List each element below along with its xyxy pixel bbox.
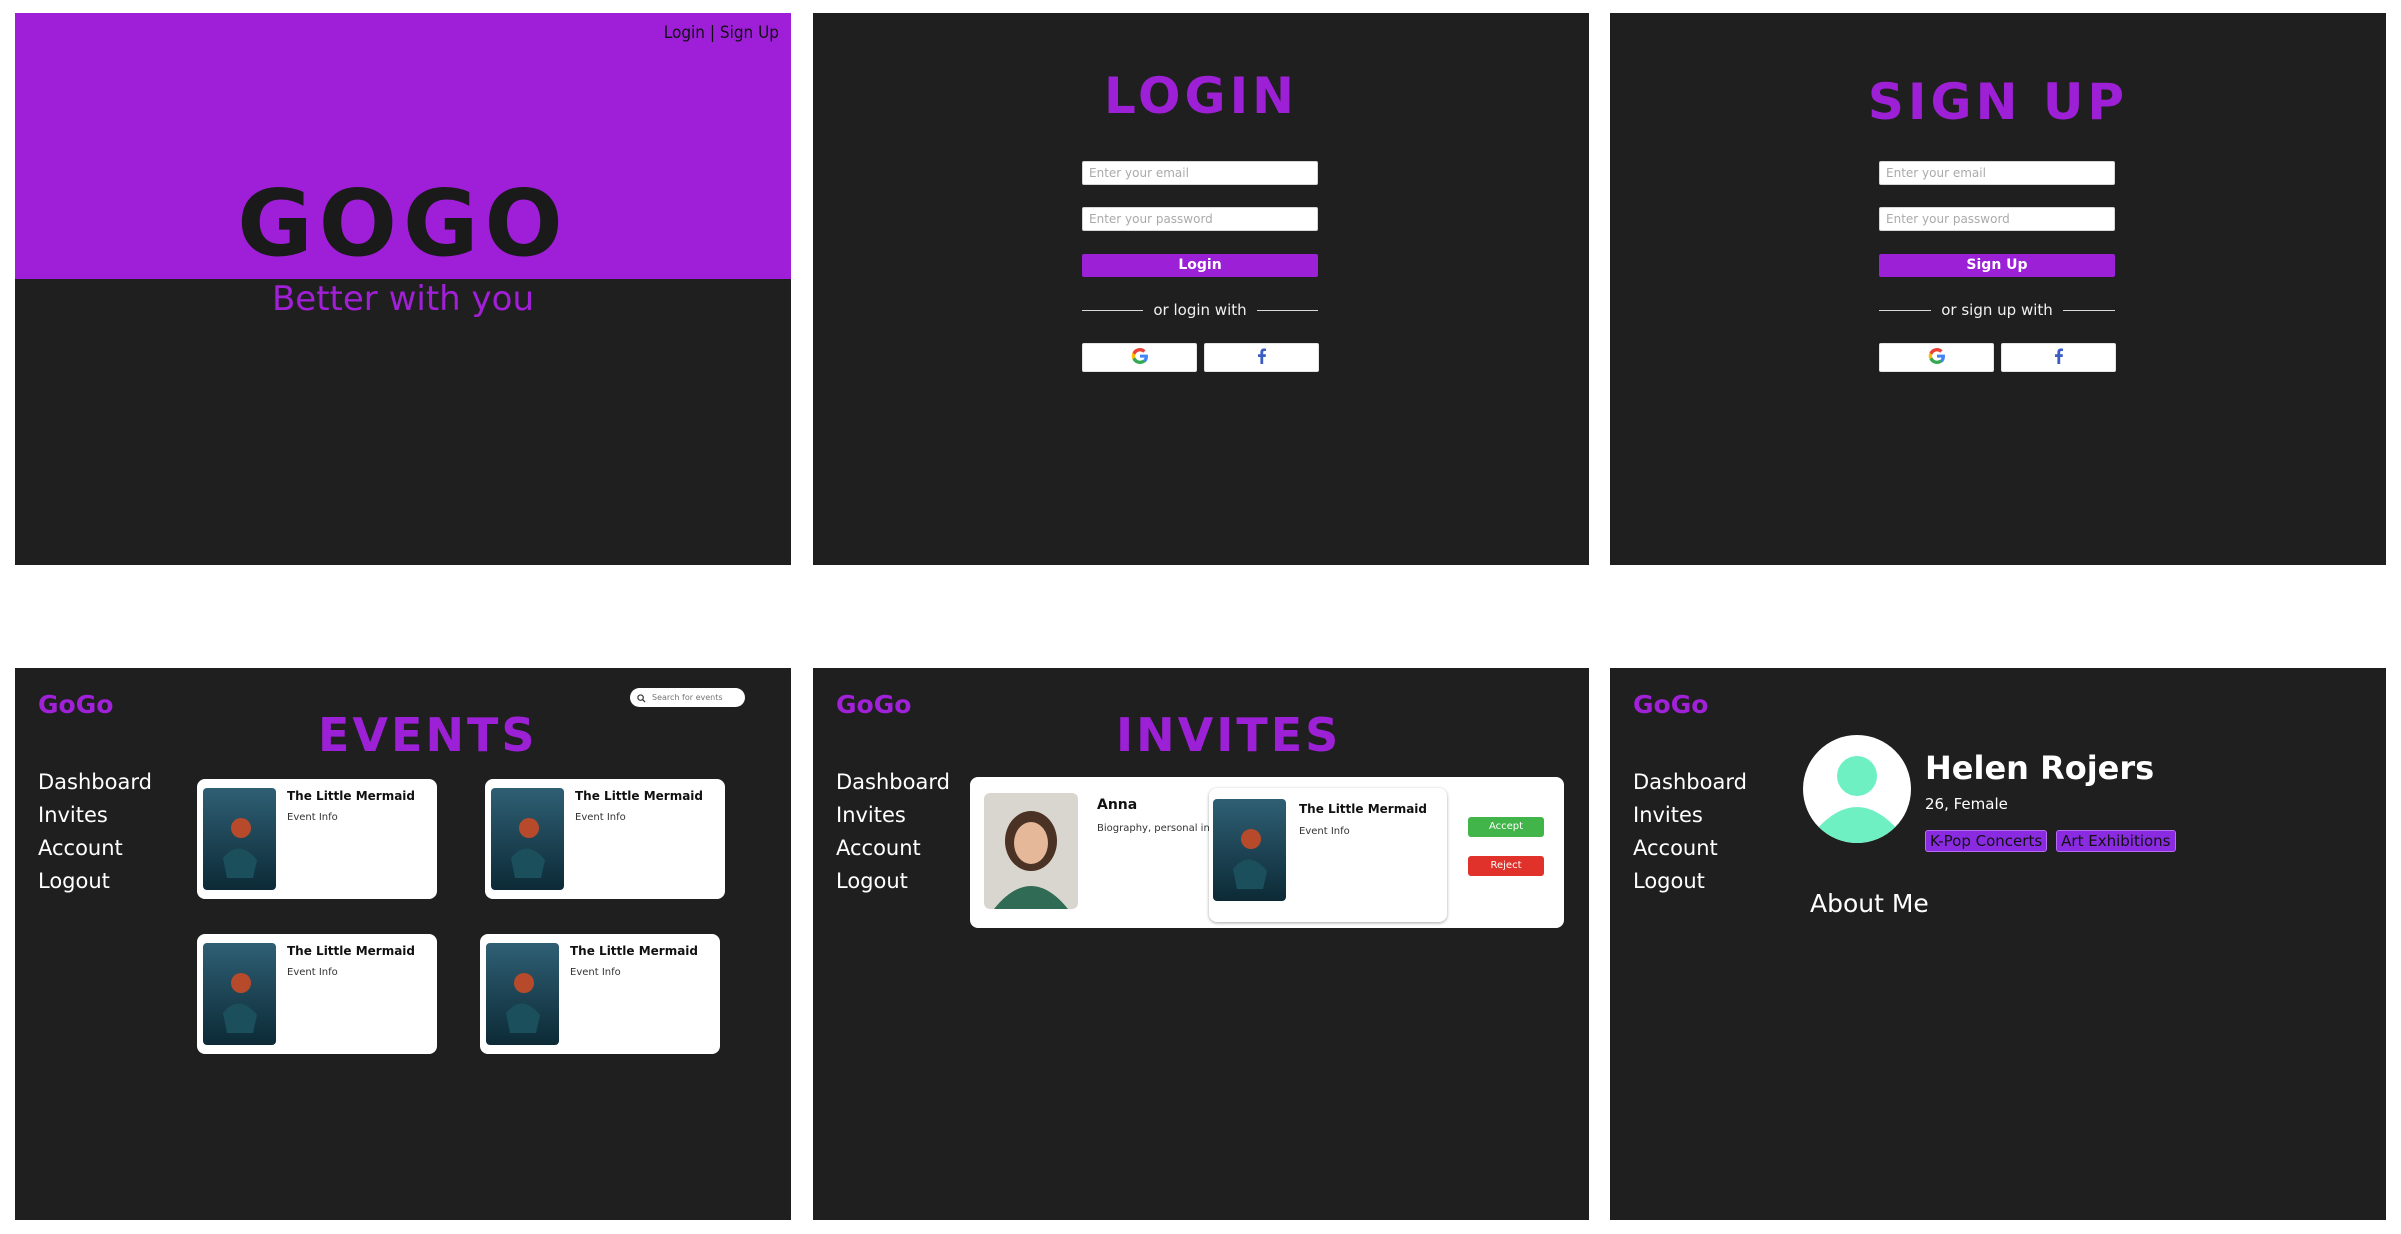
google-icon — [1927, 346, 1947, 370]
event-title: The Little Mermaid — [575, 789, 704, 803]
invite-event-card[interactable]: The Little Mermaid Event Info — [1209, 788, 1447, 922]
search-bar[interactable] — [630, 688, 745, 707]
avatar — [1803, 735, 1911, 843]
divider-line — [2062, 309, 2116, 311]
invites-screen: GoGo Dashboard Invites Account Logout IN… — [813, 668, 1589, 1220]
signup-title: SIGN UP — [1867, 73, 2129, 131]
login-screen: LOGIN Login or login with — [813, 13, 1589, 565]
person-bio: Biography, personal info — [1097, 823, 1220, 834]
accept-button[interactable]: Accept — [1468, 817, 1544, 837]
event-info: Event Info — [287, 812, 338, 823]
email-field[interactable] — [1082, 161, 1318, 185]
event-poster — [491, 788, 564, 890]
interest-tag[interactable]: K-Pop Concerts — [1925, 830, 2048, 852]
nav-account[interactable]: Account — [1633, 832, 1747, 865]
event-card[interactable]: The Little Mermaid Event Info — [197, 934, 437, 1054]
person-name: Anna — [1097, 797, 1138, 813]
or-divider: or login with — [1082, 300, 1318, 320]
facebook-login-button[interactable] — [1204, 343, 1319, 372]
events-screen: GoGo Dashboard Invites Account Logout EV… — [15, 668, 791, 1220]
divider-line — [1879, 309, 1932, 311]
about-heading: About Me — [1810, 889, 1929, 918]
interest-tags: K-Pop Concerts Art Exhibitions — [1925, 830, 2176, 852]
app-logo[interactable]: GoGo — [38, 690, 113, 719]
profile-meta: 26, Female — [1925, 795, 2008, 813]
nav-logout[interactable]: Logout — [1633, 865, 1747, 898]
user-icon — [1815, 756, 1899, 843]
nav-dashboard[interactable]: Dashboard — [38, 766, 152, 799]
event-info: Event Info — [570, 967, 621, 978]
event-info: Event Info — [287, 967, 338, 978]
profile-screen: GoGo Dashboard Invites Account Logout He… — [1610, 668, 2386, 1220]
or-divider: or sign up with — [1879, 300, 2116, 320]
facebook-signup-button[interactable] — [2001, 343, 2116, 372]
login-button[interactable]: Login — [1082, 254, 1318, 277]
event-poster — [1213, 799, 1286, 901]
event-card[interactable]: The Little Mermaid Event Info — [485, 779, 725, 899]
facebook-icon — [2049, 346, 2069, 370]
event-poster — [486, 943, 559, 1045]
page-title: EVENTS — [318, 708, 538, 762]
landing-screen: Login | Sign Up GOGO Better with you — [15, 13, 791, 565]
nav-invites[interactable]: Invites — [38, 799, 152, 832]
event-title: The Little Mermaid — [570, 944, 699, 958]
google-icon — [1130, 346, 1150, 370]
event-poster — [203, 943, 276, 1045]
nav-invites[interactable]: Invites — [1633, 799, 1747, 832]
nav-invites[interactable]: Invites — [836, 799, 950, 832]
divider-line — [1082, 309, 1144, 311]
google-login-button[interactable] — [1082, 343, 1197, 372]
login-title: LOGIN — [1103, 67, 1299, 125]
interest-tag[interactable]: Art Exhibitions — [2056, 830, 2176, 852]
app-logo[interactable]: GoGo — [1633, 690, 1708, 719]
event-info: Event Info — [575, 812, 626, 823]
person-photo — [984, 793, 1078, 909]
nav-dashboard[interactable]: Dashboard — [1633, 766, 1747, 799]
event-title: The Little Mermaid — [1299, 802, 1428, 816]
password-field[interactable] — [1879, 207, 2115, 231]
sidebar-nav: Dashboard Invites Account Logout — [1633, 766, 1747, 898]
divider-text: or sign up with — [1941, 301, 2053, 319]
signup-button[interactable]: Sign Up — [1879, 254, 2115, 277]
event-title: The Little Mermaid — [287, 944, 416, 958]
profile-name: Helen Rojers — [1925, 749, 2155, 787]
signup-screen: SIGN UP Sign Up or sign up with — [1610, 13, 2386, 565]
facebook-icon — [1252, 346, 1272, 370]
nav-account[interactable]: Account — [836, 832, 950, 865]
invite-card: Anna Biography, personal info The Little… — [970, 777, 1564, 928]
email-field[interactable] — [1879, 161, 2115, 185]
search-input[interactable] — [650, 692, 744, 703]
divider-text: or login with — [1153, 301, 1247, 319]
app-logo[interactable]: GoGo — [836, 690, 911, 719]
login-signup-link[interactable]: Login | Sign Up — [664, 23, 779, 43]
search-icon — [637, 688, 646, 707]
nav-logout[interactable]: Logout — [836, 865, 950, 898]
sidebar-nav: Dashboard Invites Account Logout — [38, 766, 152, 898]
event-title: The Little Mermaid — [287, 789, 416, 803]
sidebar-nav: Dashboard Invites Account Logout — [836, 766, 950, 898]
brand-logo: GOGO — [237, 170, 569, 277]
nav-account[interactable]: Account — [38, 832, 152, 865]
password-field[interactable] — [1082, 207, 1318, 231]
nav-logout[interactable]: Logout — [38, 865, 152, 898]
google-signup-button[interactable] — [1879, 343, 1994, 372]
nav-dashboard[interactable]: Dashboard — [836, 766, 950, 799]
event-info: Event Info — [1299, 826, 1350, 837]
reject-button[interactable]: Reject — [1468, 856, 1544, 876]
divider-line — [1256, 309, 1318, 311]
event-card[interactable]: The Little Mermaid Event Info — [197, 779, 437, 899]
event-card[interactable]: The Little Mermaid Event Info — [480, 934, 720, 1054]
tagline: Better with you — [271, 279, 535, 319]
event-poster — [203, 788, 276, 890]
page-title: INVITES — [1116, 708, 1342, 762]
